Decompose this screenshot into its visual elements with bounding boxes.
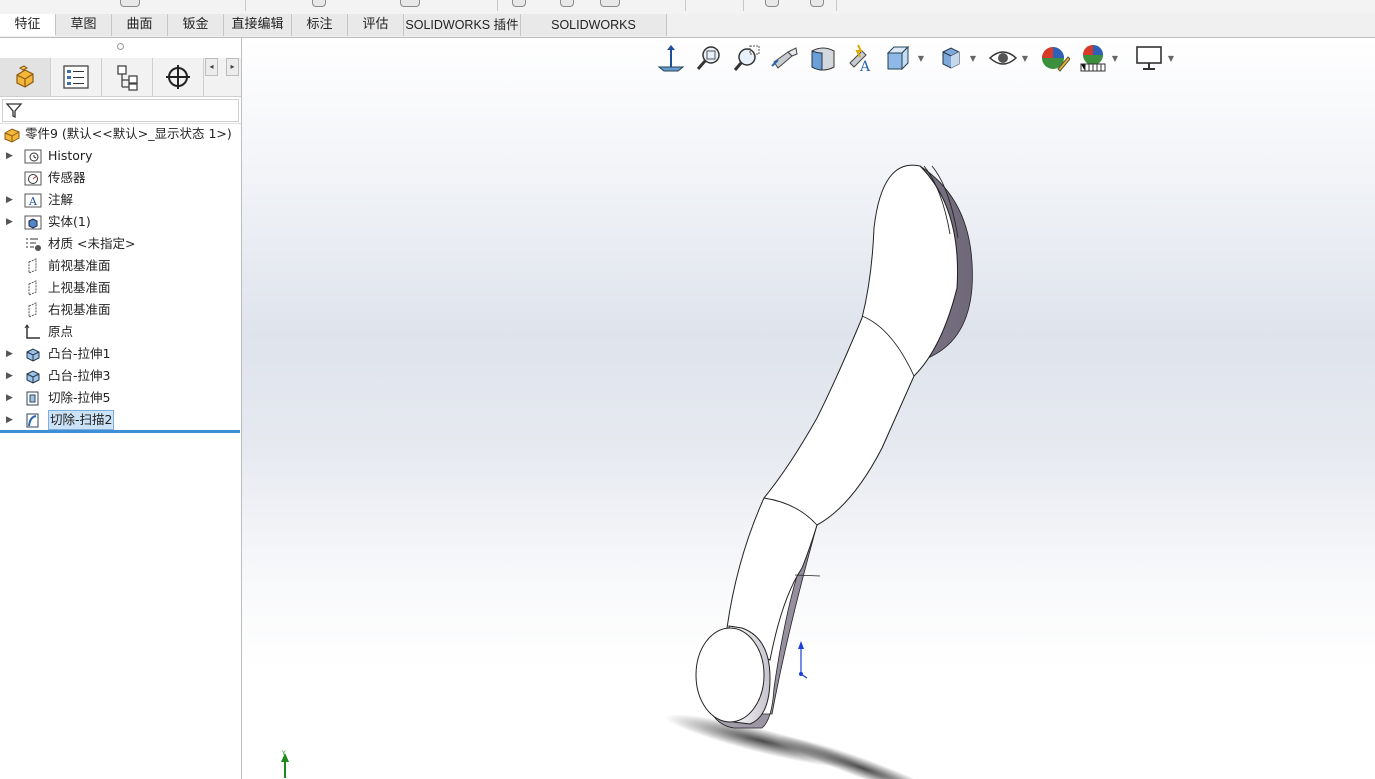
tree-item-label: 注解 [48, 192, 74, 207]
tree-item-history[interactable]: ▶ History [0, 145, 241, 167]
tree-item-top-plane[interactable]: 上视基准面 [0, 277, 241, 299]
tree-item-boss-extrude1[interactable]: ▶ 凸台-拉伸1 [0, 343, 241, 365]
featuremanager-tab[interactable] [0, 58, 51, 96]
expand-arrow-icon[interactable]: ▶ [6, 409, 14, 431]
rollback-bar[interactable] [0, 430, 240, 433]
solid-bodies-icon [24, 214, 42, 230]
tree-item-label: 前视基准面 [48, 258, 111, 273]
sketch-point-marker[interactable] [798, 641, 808, 679]
cut-extrude-icon [24, 390, 42, 406]
tree-item-cut-extrude5[interactable]: ▶ 切除-拉伸5 [0, 387, 241, 409]
tab-sketch[interactable]: 草图 [56, 14, 112, 36]
tree-item-label: History [48, 148, 93, 163]
cut-sweep-icon [24, 412, 42, 428]
plane-icon [24, 258, 42, 274]
dimxpert-tab[interactable] [153, 58, 204, 96]
material-icon [24, 236, 42, 252]
toolbar-button-fragment[interactable] [120, 0, 140, 7]
tree-item-label: 原点 [48, 324, 74, 339]
tree-item-label: 右视基准面 [48, 302, 111, 317]
plane-icon [24, 302, 42, 318]
svg-text:A: A [28, 195, 38, 208]
tab-evaluate[interactable]: 评估 [348, 14, 404, 36]
tree-item-label: 实体(1) [48, 214, 91, 229]
tree-item-solid-bodies[interactable]: ▶ 实体(1) [0, 211, 241, 233]
plane-icon [24, 280, 42, 296]
tree-item-origin[interactable]: 原点 [0, 321, 241, 343]
tab-sheet-metal[interactable]: 钣金 [168, 14, 224, 36]
tree-item-label: 凸台-拉伸1 [48, 346, 111, 361]
dimxpert-icon [166, 65, 190, 89]
origin-icon [24, 324, 42, 340]
tree-item-label: 传感器 [48, 170, 86, 185]
expand-arrow-icon[interactable]: ▶ [6, 365, 14, 387]
tree-item-sensors[interactable]: 传感器 [0, 167, 241, 189]
toolbar-button-fragment[interactable] [560, 0, 574, 7]
history-folder-icon [24, 148, 42, 164]
tree-item-label: 切除-拉伸5 [48, 390, 111, 405]
toolbar-button-fragment[interactable] [512, 0, 526, 7]
tree-item-annotations[interactable]: ▶ A 注解 [0, 189, 241, 211]
propertymanager-tab[interactable] [51, 58, 102, 96]
expand-arrow-icon[interactable]: ▶ [6, 387, 14, 409]
tab-features[interactable]: 特征 [0, 14, 56, 36]
tree-item-label: 材质 <未指定> [48, 236, 136, 251]
tab-direct-editing[interactable]: 直接编辑 [224, 14, 292, 36]
tree-item-label: 上视基准面 [48, 280, 111, 295]
tree-item-right-plane[interactable]: 右视基准面 [0, 299, 241, 321]
expand-arrow-icon[interactable]: ▶ [6, 343, 14, 365]
filter-icon [5, 103, 23, 119]
tree-root-part[interactable]: 零件9 (默认<<默认>_显示状态 1>) [0, 123, 241, 145]
toolbar-button-fragment[interactable] [810, 0, 824, 7]
part-top-face [726, 164, 959, 661]
tab-markup[interactable]: 标注 [292, 14, 348, 36]
command-toolbar-strip [0, 0, 1375, 15]
tabs-scroll-left-button[interactable]: ◂ [205, 58, 218, 76]
part-boss-cylinder [695, 625, 771, 725]
part-icon [3, 126, 21, 143]
configurationmanager-icon [117, 65, 138, 91]
part-model-3d[interactable] [242, 38, 1375, 779]
tab-solidworks-inspection[interactable]: SOLIDWORKS Inspection [521, 14, 667, 54]
tab-solidworks-addins[interactable]: SOLIDWORKS 插件 [404, 14, 521, 36]
configurationmanager-tab[interactable] [102, 58, 153, 96]
expand-arrow-icon[interactable]: ▶ [6, 145, 14, 167]
tab-surfaces[interactable]: 曲面 [112, 14, 168, 36]
panel-grip-handle[interactable] [117, 43, 124, 50]
sensor-icon [24, 170, 42, 186]
toolbar-button-fragment[interactable] [312, 0, 326, 7]
tree-item-front-plane[interactable]: 前视基准面 [0, 255, 241, 277]
tree-filter-input[interactable] [2, 99, 239, 122]
part-shadow [664, 714, 947, 779]
command-manager-tabs: 特征 草图 曲面 钣金 直接编辑 标注 评估 SOLIDWORKS 插件 SOL… [0, 14, 1375, 54]
propertymanager-icon [63, 65, 89, 89]
tree-root-label: 零件9 (默认<<默认>_显示状态 1>) [25, 126, 232, 141]
svg-text:Y: Y [281, 750, 286, 757]
boss-extrude-icon [24, 346, 42, 362]
expand-arrow-icon[interactable]: ▶ [6, 211, 14, 233]
tabs-scroll-right-button[interactable]: ▸ [226, 58, 239, 76]
tree-filter-row [0, 97, 241, 124]
graphics-area[interactable]: A ▼ ▼ ▼ ▼ ▼ Y [242, 38, 1375, 779]
tree-item-cut-sweep2[interactable]: ▶ 切除-扫描2 [0, 409, 241, 431]
tree-item-label: 凸台-拉伸3 [48, 368, 111, 383]
toolbar-button-fragment[interactable] [400, 0, 420, 7]
featuremanager-panel: ◂ ▸ 零件9 (默认<<默认>_显示状态 1>) ▶ History 传感器 … [0, 38, 242, 779]
annotation-icon: A [24, 192, 42, 208]
reference-triad-icon: Y [281, 750, 289, 778]
tree-item-boss-extrude3[interactable]: ▶ 凸台-拉伸3 [0, 365, 241, 387]
toolbar-button-fragment[interactable] [600, 0, 620, 7]
tree-item-label: 切除-扫描2 [48, 410, 115, 430]
tree-item-material[interactable]: 材质 <未指定> [0, 233, 241, 255]
expand-arrow-icon[interactable]: ▶ [6, 189, 14, 211]
boss-extrude-icon [24, 368, 42, 384]
featuremanager-icon [16, 65, 34, 88]
toolbar-button-fragment[interactable] [765, 0, 779, 7]
